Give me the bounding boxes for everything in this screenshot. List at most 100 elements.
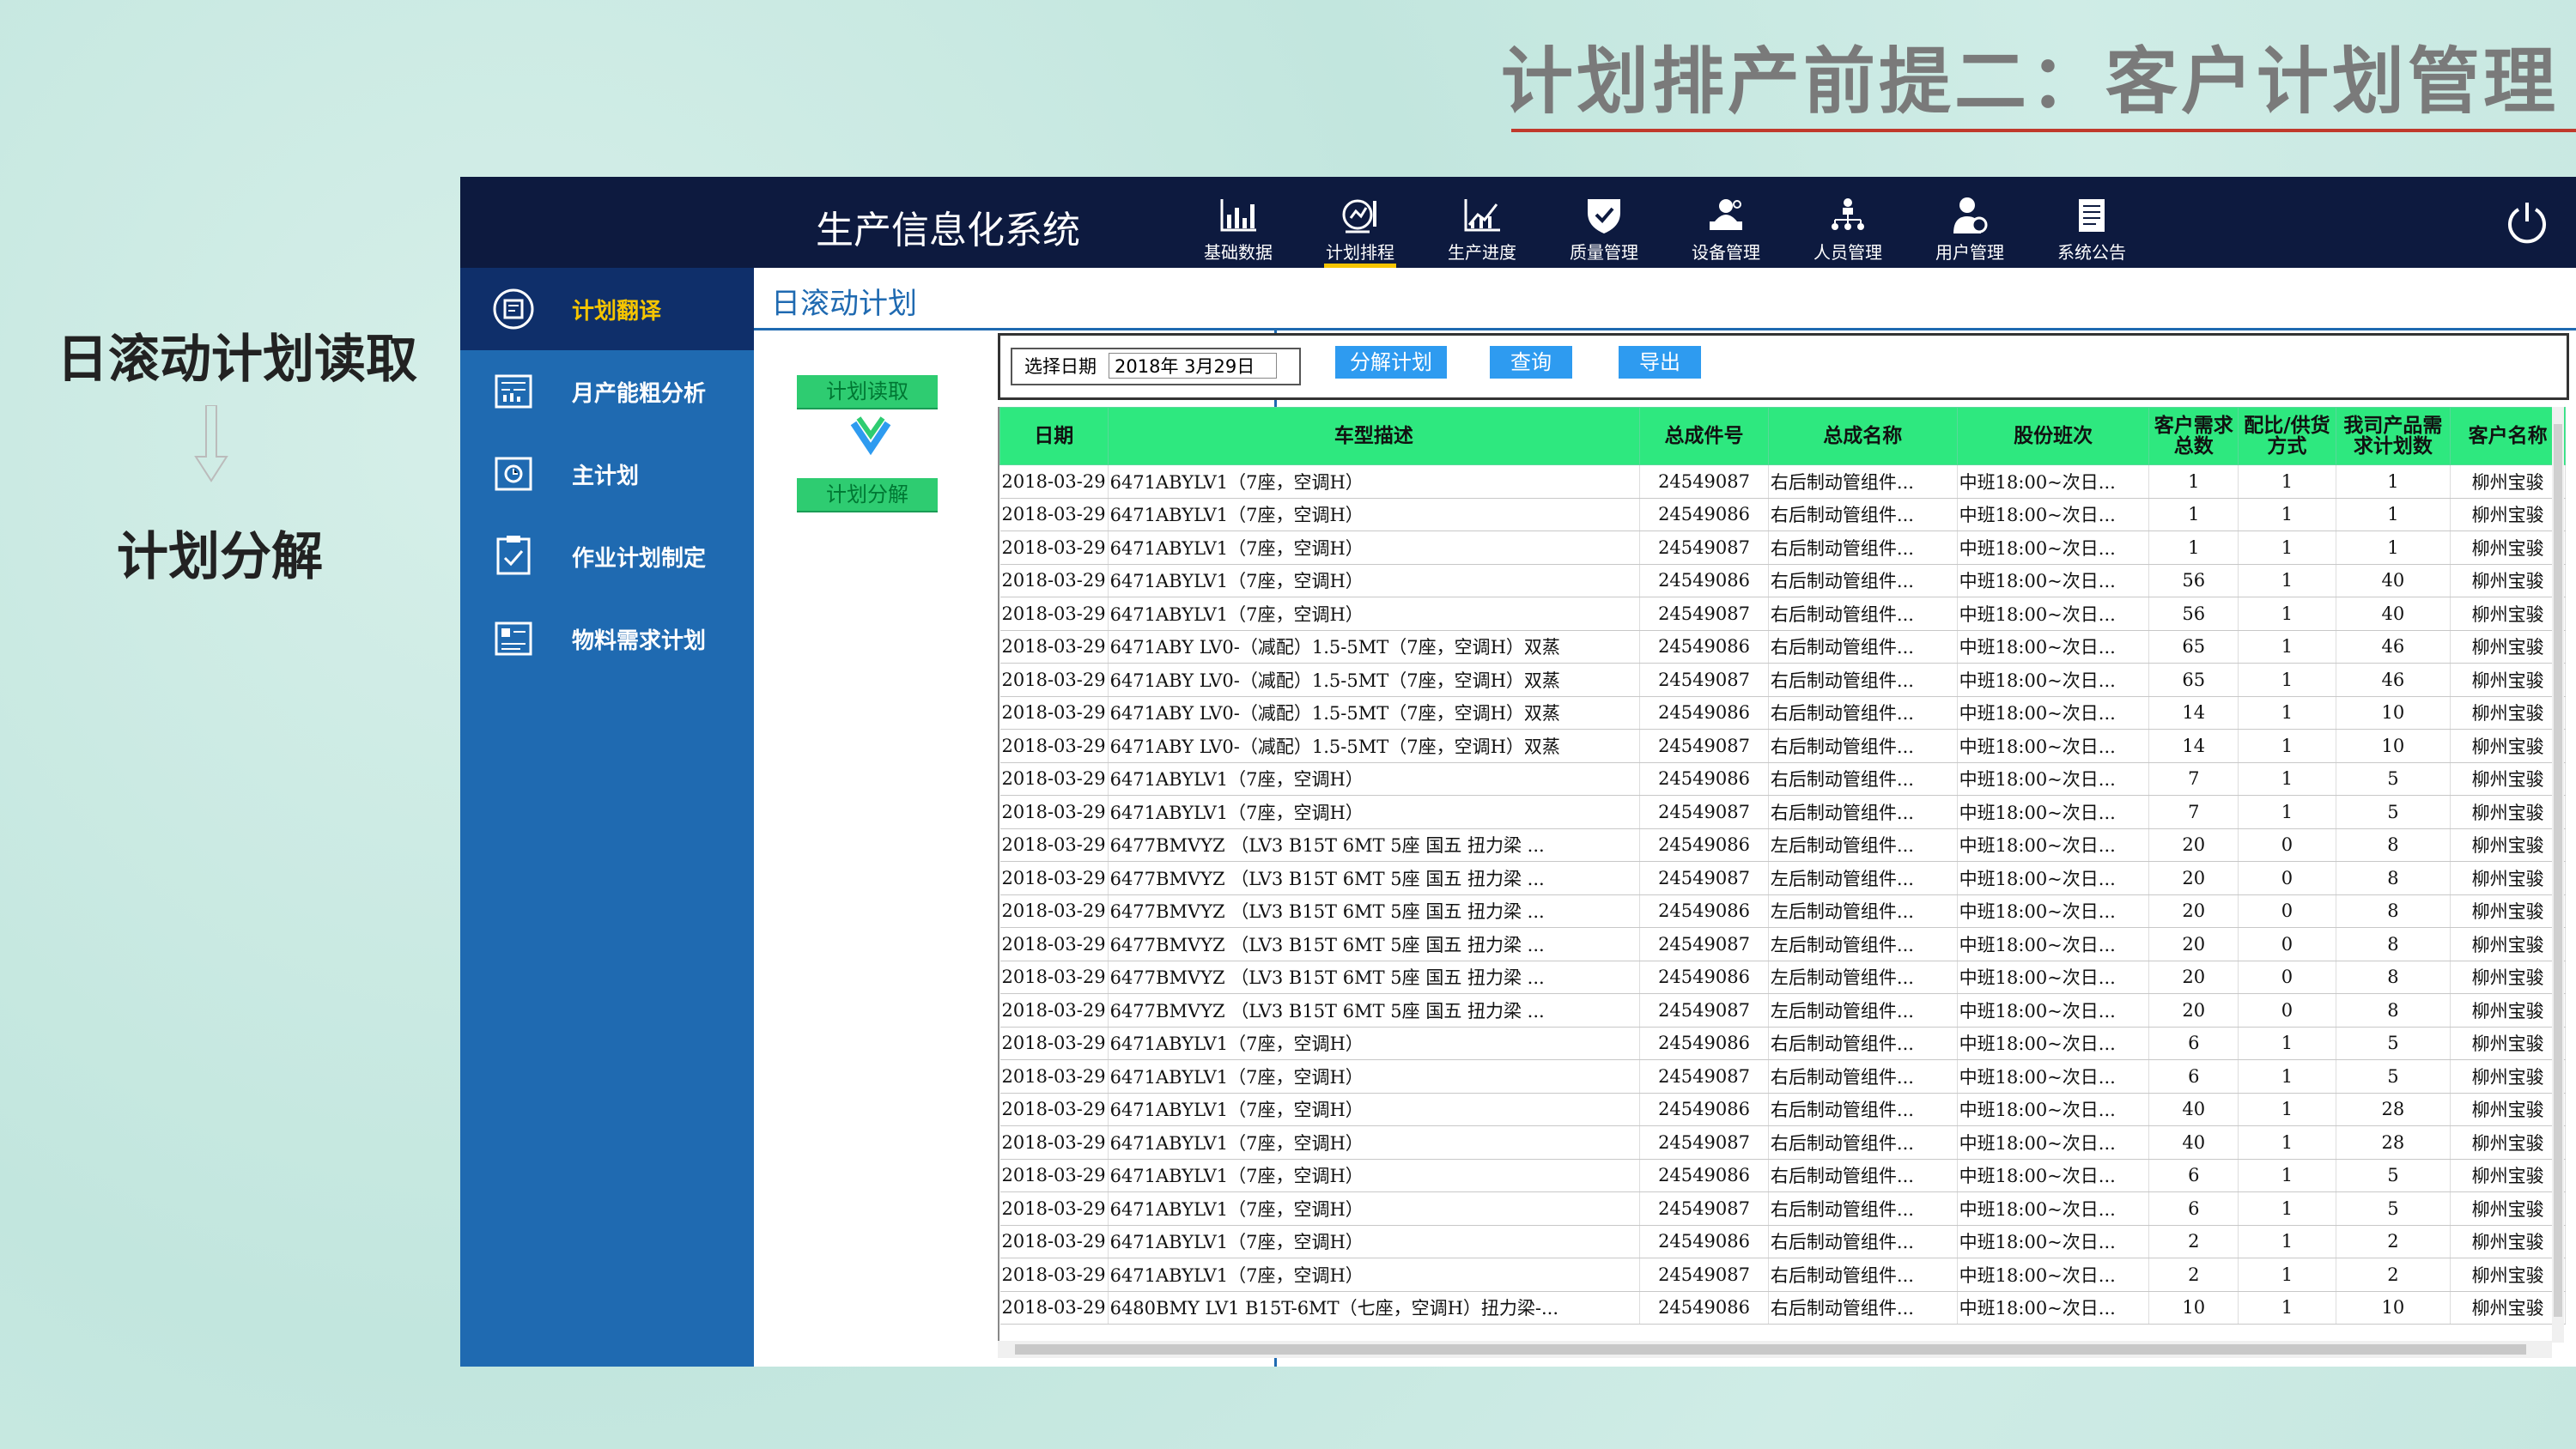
table-cell: 24549086 (1639, 564, 1769, 597)
date-value[interactable]: 2018年 3月29日 (1109, 353, 1277, 379)
power-icon[interactable] (2504, 199, 2550, 246)
table-cell: 中班18:00~次日... (1957, 663, 2150, 697)
date-picker[interactable]: 选择日期 2018年 3月29日 (1011, 348, 1301, 385)
sidebar-item-task-plan[interactable]: 作业计划制定 (460, 515, 754, 597)
table-cell: 1 (2148, 530, 2239, 565)
table-cell: 0 (2238, 894, 2336, 928)
nav-announcements[interactable]: 系统公告 (2040, 196, 2143, 268)
table-row[interactable]: 2018-03-29 6471ABYLV1（7座，空调H） 24549086 右后制动… (999, 1225, 2566, 1258)
query-button[interactable]: 查询 (1490, 346, 1572, 379)
table-row[interactable]: 2018-03-29 6477BMVYZ （LV3 B15T 6MT 5座 国五 … (999, 993, 2566, 1028)
table-cell: 24549087 (1639, 1258, 1769, 1292)
slide-title: 计划排产前提二：客户计划管理 (1500, 39, 2559, 124)
header-our-plan[interactable]: 我司产品需求计划数 (2335, 407, 2451, 465)
table-cell: 中班18:00~次日... (1957, 828, 2150, 862)
nav-production-progress[interactable]: 生产进度 (1431, 196, 1534, 268)
table-row[interactable]: 2018-03-29 6471ABYLV1（7座，空调H） 24549087 右后制动… (999, 1125, 2566, 1160)
nav-quality[interactable]: 质量管理 (1552, 196, 1656, 268)
table-row[interactable]: 2018-03-29 6471ABY LV0-（减配）1.5-5MT（7座，空调H… (999, 729, 2566, 763)
nav-planning[interactable]: 计划排程 (1309, 196, 1412, 268)
table-cell: 24549086 (1639, 1093, 1769, 1126)
table-row[interactable]: 2018-03-29 6471ABYLV1（7座，空调H） 24549087 右后制动… (999, 464, 2566, 499)
header-part-no[interactable]: 总成件号 (1639, 407, 1769, 465)
table-cell: 1 (2238, 1291, 2336, 1325)
nav-equipment[interactable]: 设备管理 (1674, 196, 1777, 268)
scroll-thumb[interactable] (1015, 1344, 2526, 1355)
table-cell: 中班18:00~次日... (1957, 564, 2150, 597)
table-cell: 1 (2238, 597, 2336, 631)
header-customer-demand[interactable]: 客户需求总数 (2148, 407, 2239, 465)
table-row[interactable]: 2018-03-29 6471ABYLV1（7座，空调H） 24549086 右后制动… (999, 1159, 2566, 1192)
table-cell: 6471ABYLV1（7座，空调H） (1108, 530, 1641, 565)
table-cell: 46 (2336, 663, 2451, 697)
table-cell: 1 (2148, 464, 2239, 499)
table-row[interactable]: 2018-03-29 6477BMVYZ （LV3 B15T 6MT 5座 国五 … (999, 828, 2566, 862)
header-model[interactable]: 车型描述 (1107, 407, 1641, 465)
table-row[interactable]: 2018-03-29 6471ABYLV1（7座，空调H） 24549087 右后制动… (999, 1191, 2566, 1226)
table-row[interactable]: 2018-03-29 6471ABYLV1（7座，空调H） 24549087 右后制动… (999, 597, 2566, 631)
table-cell: 2018-03-29 (999, 993, 1109, 1028)
table-row[interactable]: 2018-03-29 6471ABYLV1（7座，空调H） 24549087 右后制动… (999, 795, 2566, 829)
table-row[interactable]: 2018-03-29 6471ABYLV1（7座，空调H） 24549086 右后制动… (999, 1027, 2566, 1060)
header-ratio[interactable]: 配比/供货方式 (2238, 407, 2336, 465)
table-cell: 0 (2238, 993, 2336, 1028)
sidebar-item-master-plan[interactable]: 主计划 (460, 433, 754, 515)
header-customer-name[interactable]: 客户名称 (2450, 407, 2566, 465)
table-cell: 1 (2238, 1159, 2336, 1192)
table-row[interactable]: 2018-03-29 6477BMVYZ （LV3 B15T 6MT 5座 国五 … (999, 927, 2566, 961)
plan-read-button[interactable]: 计划读取 (797, 375, 938, 408)
table-cell: 6471ABY LV0-（减配）1.5-5MT（7座，空调H）双蒸 (1108, 663, 1641, 697)
table-row[interactable]: 2018-03-29 6471ABYLV1（7座，空调H） 24549086 右后制动… (999, 564, 2566, 597)
table-row[interactable]: 2018-03-29 6471ABYLV1（7座，空调H） 24549086 右后制动… (999, 498, 2566, 531)
table-cell: 0 (2238, 828, 2336, 862)
table-cell: 2018-03-29 (999, 498, 1109, 531)
table-row[interactable]: 2018-03-29 6471ABYLV1（7座，空调H） 24549087 右后制动… (999, 1258, 2566, 1292)
table-row[interactable]: 2018-03-29 6477BMVYZ （LV3 B15T 6MT 5座 国五 … (999, 894, 2566, 928)
table-cell: 柳州宝骏 (2450, 1191, 2566, 1226)
plan-split-button[interactable]: 计划分解 (797, 478, 938, 511)
table-cell: 中班18:00~次日... (1957, 1291, 2150, 1325)
export-button[interactable]: 导出 (1619, 346, 1701, 379)
table-cell: 右后制动管组件... (1768, 1159, 1958, 1192)
nav-personnel[interactable]: 人员管理 (1796, 196, 1899, 268)
header-date[interactable]: 日期 (999, 407, 1109, 465)
table-cell: 柳州宝骏 (2450, 894, 2566, 928)
table-cell: 1 (2238, 729, 2336, 763)
sidebar-item-capacity[interactable]: 月产能粗分析 (460, 350, 754, 433)
split-plan-button[interactable]: 分解计划 (1335, 346, 1447, 379)
table-row[interactable]: 2018-03-29 6471ABYLV1（7座，空调H） 24549087 右后制动… (999, 530, 2566, 565)
header-part-name[interactable]: 总成名称 (1767, 407, 1958, 465)
nav-basic-data[interactable]: 基础数据 (1187, 196, 1290, 268)
table-row[interactable]: 2018-03-29 6477BMVYZ （LV3 B15T 6MT 5座 国五 … (999, 961, 2566, 994)
nav-users[interactable]: 用户管理 (1918, 196, 2021, 268)
table-cell: 0 (2238, 961, 2336, 994)
table-row[interactable]: 2018-03-29 6471ABY LV0-（减配）1.5-5MT（7座，空调H… (999, 663, 2566, 697)
table-cell: 左后制动管组件... (1768, 861, 1958, 895)
table-cell: 0 (2238, 861, 2336, 895)
table-row[interactable]: 2018-03-29 6471ABY LV0-（减配）1.5-5MT（7座，空调H… (999, 696, 2566, 730)
scroll-thumb[interactable] (2554, 424, 2562, 1317)
horizontal-scrollbar[interactable] (998, 1341, 2552, 1358)
table-cell: 中班18:00~次日... (1957, 1027, 2150, 1060)
table-row[interactable]: 2018-03-29 6471ABYLV1（7座，空调H） 24549086 右后制动… (999, 762, 2566, 796)
sidebar-item-material-plan[interactable]: 物料需求计划 (460, 597, 754, 680)
table-row[interactable]: 2018-03-29 6471ABYLV1（7座，空调H） 24549086 右后制动… (999, 1093, 2566, 1126)
table-cell: 2018-03-29 (999, 729, 1109, 763)
header-shift[interactable]: 股份班次 (1956, 407, 2150, 465)
sidebar-item-plan-translate[interactable]: 计划翻译 (460, 268, 754, 350)
table-row[interactable]: 2018-03-29 6471ABYLV1（7座，空调H） 24549087 右后制动… (999, 1059, 2566, 1094)
table-cell: 40 (2336, 597, 2451, 631)
table-cell: 中班18:00~次日... (1957, 762, 2150, 796)
table-cell: 8 (2336, 927, 2451, 961)
material-icon (495, 621, 532, 656)
table-cell: 柳州宝骏 (2450, 663, 2566, 697)
table-cell: 1 (2238, 663, 2336, 697)
table-cell: 1 (2238, 762, 2336, 796)
table-row[interactable]: 2018-03-29 6471ABY LV0-（减配）1.5-5MT（7座，空调H… (999, 630, 2566, 664)
table-cell: 6471ABYLV1（7座，空调H） (1108, 1125, 1641, 1160)
vertical-scrollbar[interactable] (2552, 407, 2564, 1343)
table-row[interactable]: 2018-03-29 6477BMVYZ （LV3 B15T 6MT 5座 国五 … (999, 861, 2566, 895)
table-cell: 左后制动管组件... (1768, 961, 1958, 994)
table-row[interactable]: 2018-03-29 6480BMY LV1 B15T-6MT（七座，空调H）扭力… (999, 1291, 2566, 1325)
table-cell: 右后制动管组件... (1768, 1225, 1958, 1258)
